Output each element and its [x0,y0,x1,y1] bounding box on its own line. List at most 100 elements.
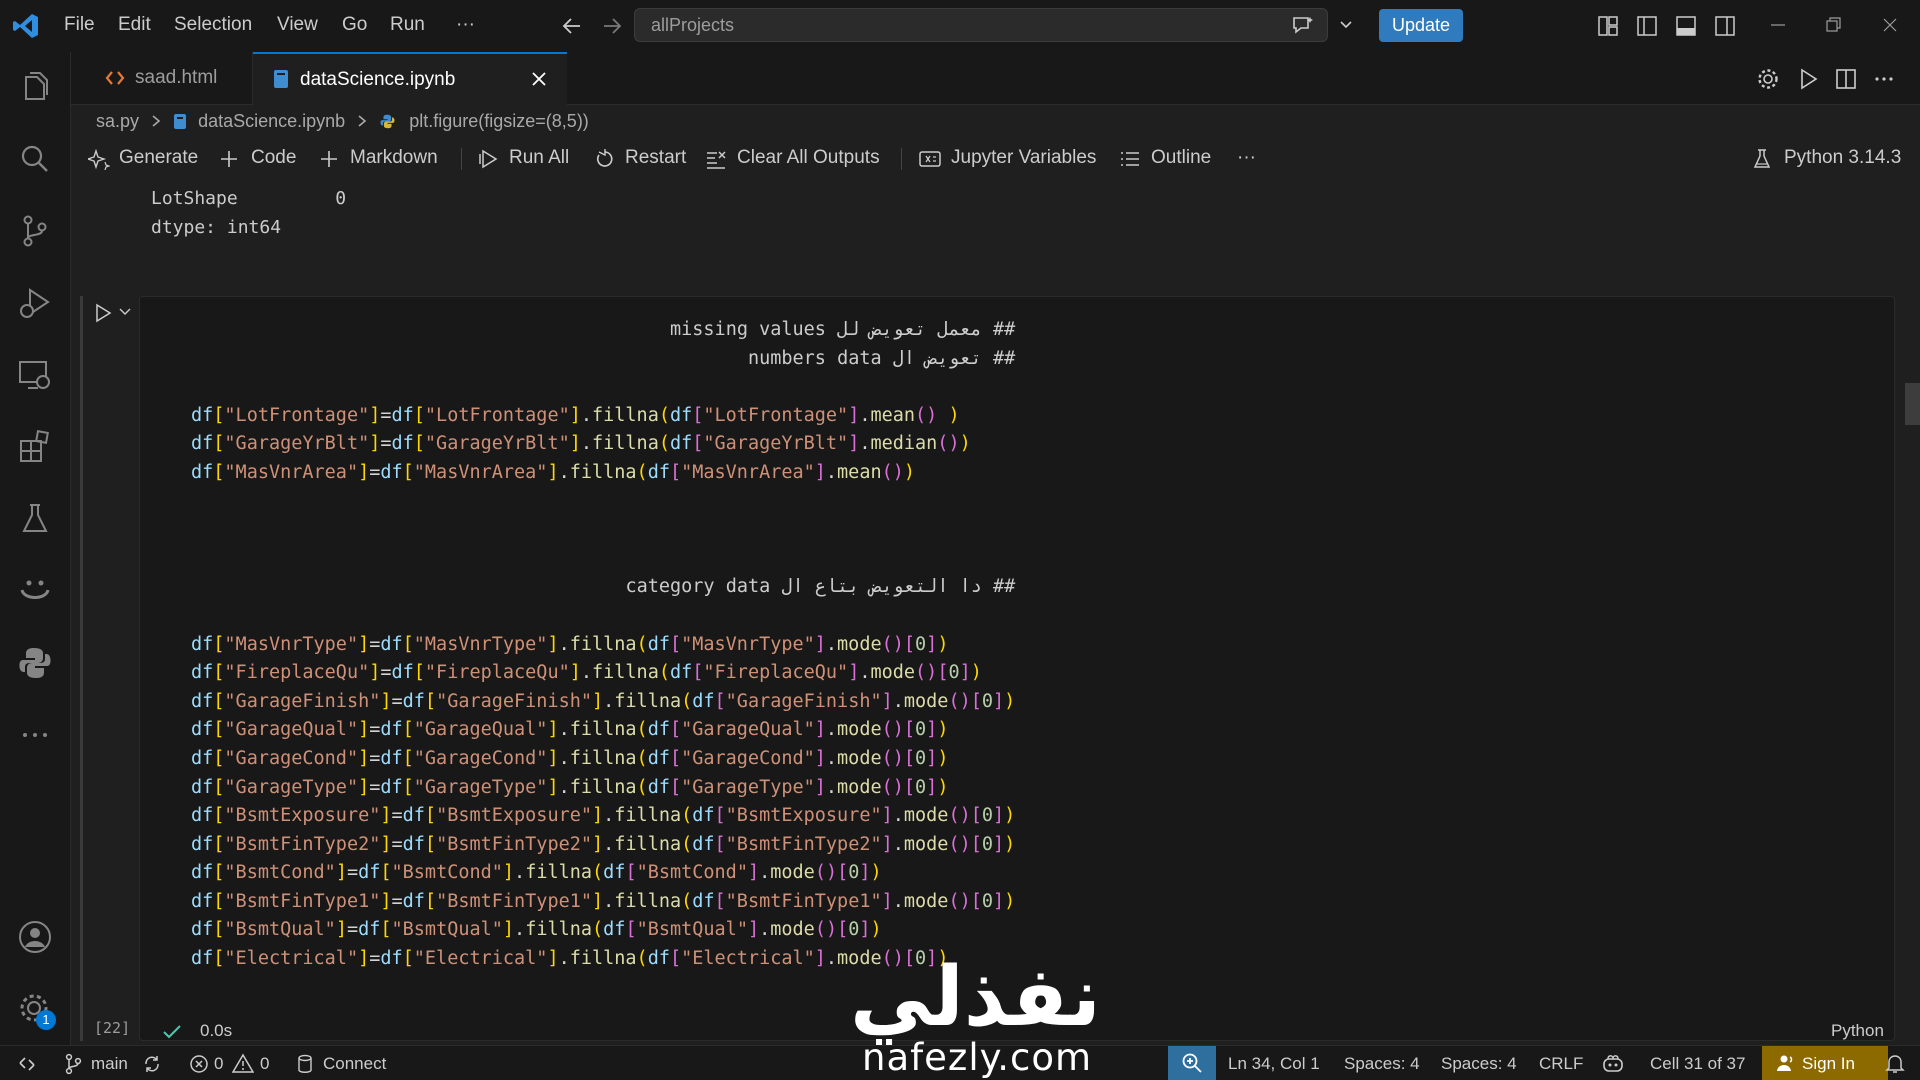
add-markdown-cell-button[interactable]: Markdown [350,147,438,169]
menu-selection[interactable]: Selection [174,14,252,36]
cell-output: LotShape 0 dtype: int64 [151,184,346,242]
add-code-plus-icon [218,148,240,170]
menu-file[interactable]: File [64,14,95,36]
customize-layout-icon[interactable] [1597,15,1619,37]
outline-icon [1119,148,1141,170]
kernel-picker[interactable]: Python 3.14.3 [1784,147,1901,169]
search-text: allProjects [651,15,735,35]
toggle-panel-icon[interactable] [1675,15,1697,37]
zoom-in-icon [1181,1052,1203,1074]
editor-tab-bar: saad.html dataScience.ipynb [71,52,1920,105]
copilot-icon[interactable] [1601,1053,1625,1075]
more-views-icon[interactable] [16,716,54,754]
cell-language[interactable]: Python [1831,1021,1884,1041]
run-and-debug-icon[interactable] [16,284,54,322]
copilot-chat-icon[interactable] [1291,15,1315,37]
variables-icon [919,148,941,170]
breadcrumb: sa.py dataScience.ipynb plt.figure(figsi… [96,110,589,132]
notebook-settings-gear-icon[interactable] [1756,67,1780,91]
outline-button[interactable]: Outline [1151,147,1211,169]
indentation-secondary[interactable]: Spaces: 4 [1441,1054,1517,1074]
menu-edit[interactable]: Edit [118,14,151,36]
menu-more[interactable]: ··· [456,14,475,36]
menu-view[interactable]: View [277,14,318,36]
chevron-right-icon [150,114,162,128]
sync-icon[interactable] [142,1054,162,1074]
notifications-bell-icon[interactable] [1885,1053,1905,1075]
accounts-icon [1776,1053,1796,1073]
close-window-icon[interactable] [1880,15,1900,35]
connect-button[interactable]: Connect [323,1054,386,1074]
live-share-face-icon[interactable] [16,572,54,610]
output-line: dtype: int64 [151,217,282,238]
cursor-position[interactable]: Ln 34, Col 1 [1228,1054,1320,1074]
run-all-button[interactable]: Run All [509,147,569,169]
generate-button[interactable]: Generate [119,147,198,169]
clear-all-outputs-button[interactable]: Clear All Outputs [737,147,880,169]
forward-arrow-icon[interactable] [600,14,624,38]
python-icon[interactable] [16,644,54,682]
output-line: LotShape 0 [151,188,347,209]
explorer-icon[interactable] [16,68,54,106]
code-line: df["LotFrontage"]=df["LotFrontage"].fill… [191,404,960,426]
jupyter-variables-button[interactable]: Jupyter Variables [951,147,1096,169]
chevron-down-icon[interactable] [1338,17,1354,33]
run-icon[interactable] [1796,67,1820,91]
command-center-search[interactable]: allProjects [634,8,1328,42]
cell-position[interactable]: Cell 31 of 37 [1650,1054,1745,1074]
breadcrumb-item[interactable]: plt.figure(figsize=(8,5)) [409,111,589,131]
notebook-file-icon [173,113,187,130]
restore-icon[interactable] [1823,15,1843,35]
editor-more-actions-icon[interactable] [1872,67,1896,91]
update-button[interactable]: Update [1379,9,1463,42]
watermark-logo-latin: nafezly.com [862,1036,1093,1079]
menu-go[interactable]: Go [342,14,367,36]
split-editor-icon[interactable] [1834,67,1858,91]
back-arrow-icon[interactable] [560,14,584,38]
watermark-logo-arabic: نفذلي [850,950,1101,1045]
tab-saad-html[interactable]: saad.html [85,52,253,105]
extensions-icon[interactable] [16,428,54,466]
toolbar-divider [901,148,902,170]
minimize-icon[interactable] [1768,15,1788,35]
menu-run[interactable]: Run [390,14,425,36]
breadcrumb-item[interactable]: dataScience.ipynb [198,111,345,131]
vertical-scrollbar-thumb[interactable] [1905,383,1920,425]
toggle-secondary-sidebar-icon[interactable] [1714,15,1736,37]
code-line: df["GarageQual"]=df["GarageQual"].fillna… [191,719,949,741]
code-comment: ## تعويض ال numbers data [747,347,1016,369]
breadcrumb-item[interactable]: sa.py [96,111,139,131]
zoom-indicator[interactable] [1168,1046,1216,1080]
close-tab-icon[interactable] [529,69,549,89]
code-comment: ## دا التعويض بتاع ال category data [625,576,1016,598]
code-line: df["BsmtFinType2"]=df["BsmtFinType2"].fi… [191,833,1016,855]
testing-flask-icon[interactable] [16,500,54,538]
notification-badge: 1 [36,1010,56,1030]
code-line: df["MasVnrArea"]=df["MasVnrArea"].fillna… [191,461,916,483]
tab-datascience-ipynb[interactable]: dataScience.ipynb [253,52,567,105]
restart-icon [594,148,616,170]
toolbar-more-button[interactable]: ··· [1237,147,1256,169]
code-line: df["BsmtFinType1"]=df["BsmtFinType1"].fi… [191,890,1016,912]
manage-gear-icon[interactable]: 1 [16,990,56,1030]
end-of-line[interactable]: CRLF [1539,1054,1583,1074]
toggle-primary-sidebar-icon[interactable] [1636,15,1658,37]
source-control-icon[interactable] [16,212,54,250]
sign-in-button[interactable]: Sign In [1762,1046,1888,1080]
remote-explorer-icon[interactable] [16,356,54,394]
error-count[interactable]: 0 [214,1054,223,1074]
code-editor[interactable]: ## معمل تعويض لل missing values ## تعويض … [191,316,1015,974]
add-code-cell-button[interactable]: Code [251,147,296,169]
search-icon[interactable] [16,140,54,178]
account-icon[interactable] [16,918,54,956]
run-options-chevron-icon[interactable] [118,305,132,319]
indentation[interactable]: Spaces: 4 [1344,1054,1420,1074]
warning-count[interactable]: 0 [260,1054,269,1074]
run-cell-icon[interactable] [92,302,114,324]
remote-indicator-icon[interactable] [17,1054,37,1074]
restart-button[interactable]: Restart [625,147,686,169]
git-branch[interactable]: main [91,1054,128,1074]
